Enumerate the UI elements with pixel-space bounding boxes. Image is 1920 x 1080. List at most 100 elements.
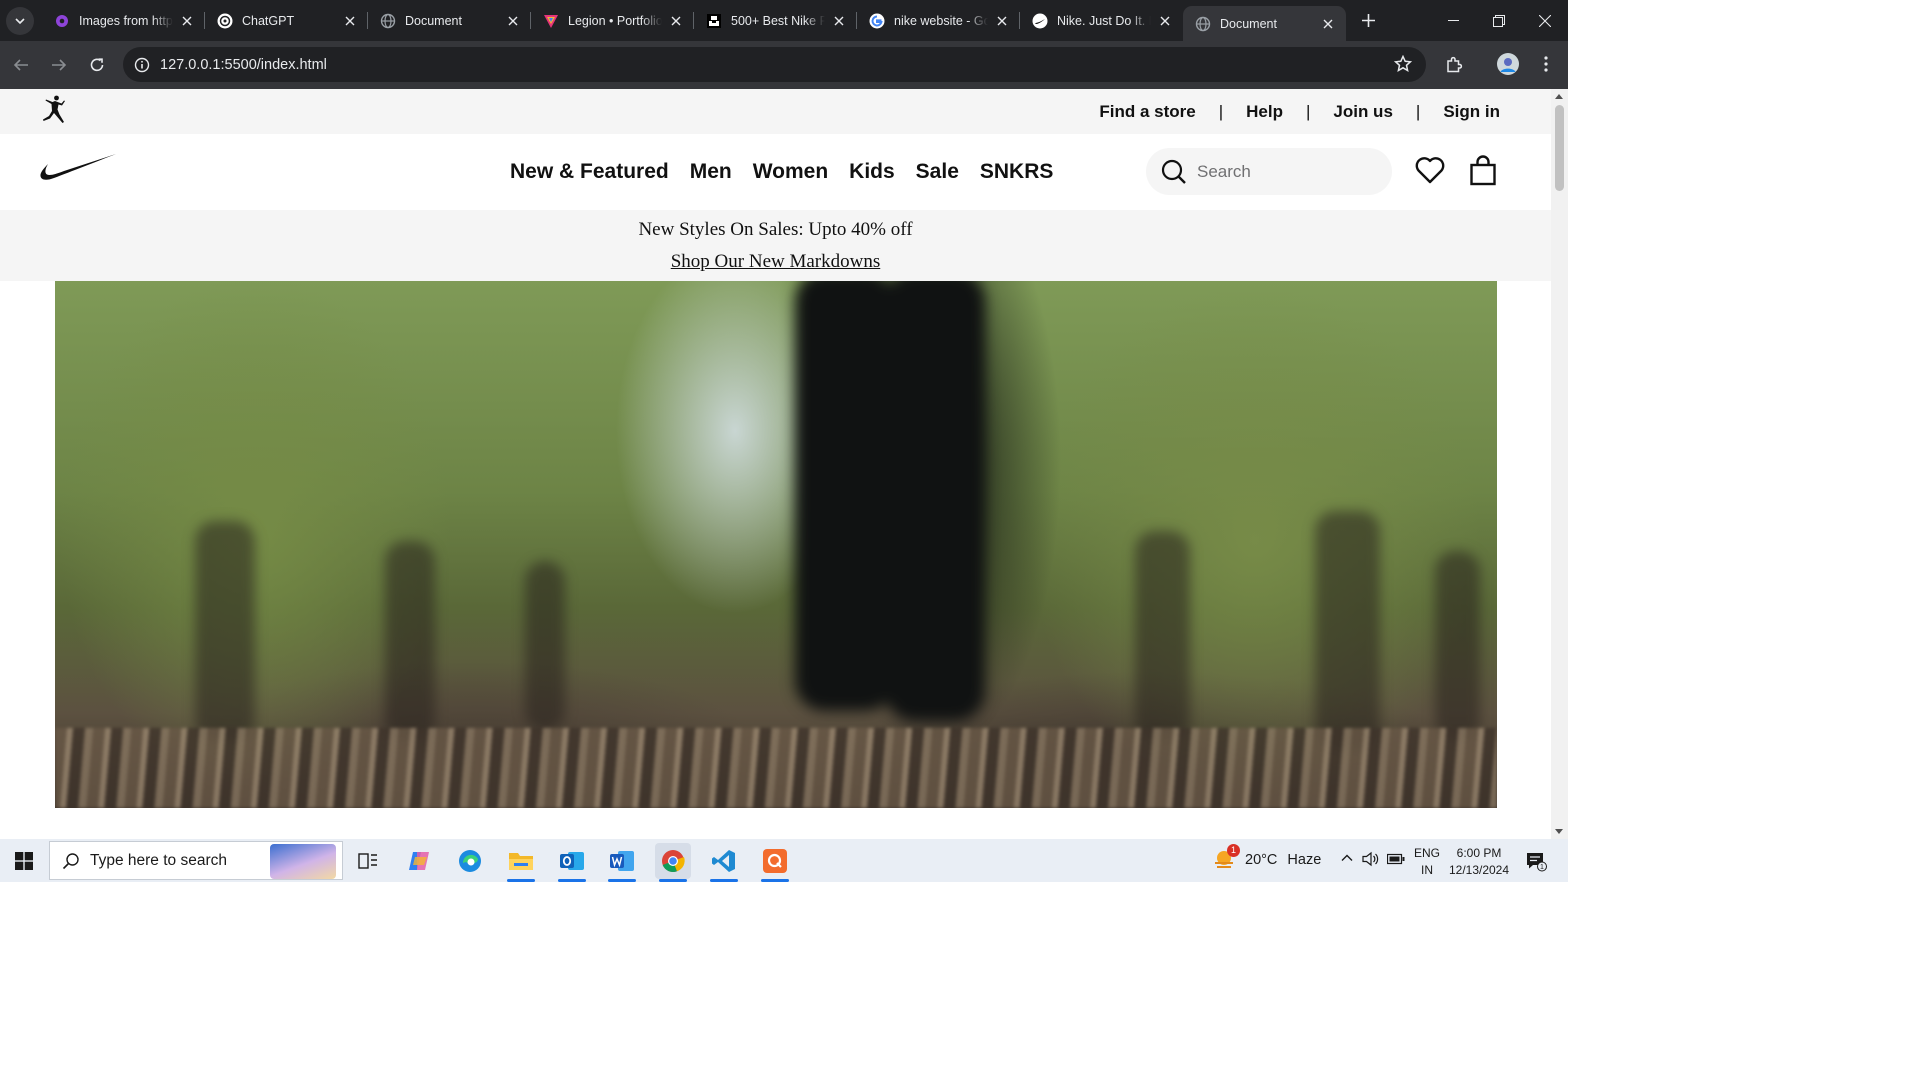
browser-tab[interactable]: Images from https://www.nike.com	[42, 0, 205, 41]
folder-icon	[509, 853, 533, 870]
taskbar-search-placeholder: Type here to search	[90, 851, 227, 869]
nav-snkrs[interactable]: SNKRS	[980, 160, 1054, 184]
taskbar-clock[interactable]: 6:00 PM 12/13/2024	[1448, 845, 1510, 879]
browser-tab[interactable]: nike website - Google Search	[857, 0, 1020, 41]
task-view-button[interactable]	[350, 843, 386, 879]
close-icon[interactable]	[1320, 16, 1336, 32]
nav-men[interactable]: Men	[690, 160, 732, 184]
close-icon[interactable]	[179, 13, 195, 29]
back-button[interactable]	[4, 48, 38, 82]
nav-kids[interactable]: Kids	[849, 160, 895, 184]
hero-ground	[55, 728, 1497, 808]
input-language-indicator[interactable]: ENG IN	[1414, 845, 1440, 879]
shopping-bag-icon[interactable]	[1469, 155, 1497, 191]
site-info-icon[interactable]	[127, 57, 157, 73]
browser-tab[interactable]: 500+ Best Nike Pictures	[694, 0, 857, 41]
puzzle-icon	[1447, 56, 1463, 73]
browser-tab[interactable]: Document	[368, 0, 531, 41]
outlook-icon	[560, 852, 584, 870]
reload-button[interactable]	[80, 48, 114, 82]
url-text[interactable]: 127.0.0.1:5500/index.html	[160, 57, 327, 73]
sign-in-link[interactable]: Sign in	[1443, 102, 1500, 122]
close-icon[interactable]	[1157, 13, 1173, 29]
bookmark-star-icon[interactable]	[1393, 54, 1413, 78]
minimize-button[interactable]	[1430, 0, 1476, 41]
edge-button[interactable]	[452, 843, 488, 879]
minimize-icon	[1447, 20, 1459, 21]
close-icon	[1539, 14, 1551, 27]
chevron-up-icon[interactable]	[1340, 851, 1354, 865]
close-icon[interactable]	[505, 13, 521, 29]
nav-new-featured[interactable]: New & Featured	[510, 160, 669, 184]
google-icon	[869, 13, 885, 29]
browser-tab-strip: Images from https://www.nike.com ChatGPT…	[0, 0, 1568, 41]
favorites-heart-icon[interactable]	[1415, 156, 1445, 189]
taskbar-search-box[interactable]: Type here to search	[49, 841, 343, 880]
file-explorer-button[interactable]	[503, 843, 539, 882]
extensions-button[interactable]	[1437, 47, 1471, 81]
page-scrollbar[interactable]	[1551, 89, 1568, 839]
chrome-button[interactable]	[655, 843, 691, 882]
search-highlight-image[interactable]	[270, 844, 336, 879]
promo-link[interactable]: Shop Our New Markdowns	[0, 251, 1551, 273]
close-window-button[interactable]	[1522, 0, 1568, 41]
new-tab-button[interactable]	[1354, 7, 1382, 35]
jordan-logo-icon[interactable]	[40, 95, 70, 130]
utility-links: Find a store | Help | Join us | Sign in	[1099, 89, 1500, 134]
find-store-link[interactable]: Find a store	[1099, 102, 1195, 122]
close-icon[interactable]	[342, 13, 358, 29]
vscode-button[interactable]	[706, 843, 742, 882]
nav-sale[interactable]: Sale	[916, 160, 959, 184]
battery-icon[interactable]	[1387, 853, 1405, 865]
help-link[interactable]: Help	[1246, 102, 1283, 122]
nav-women[interactable]: Women	[753, 160, 828, 184]
language-code: ENG	[1414, 846, 1441, 860]
utility-bar: Find a store | Help | Join us | Sign in	[0, 89, 1551, 134]
restore-button[interactable]	[1476, 0, 1522, 41]
app-q-button[interactable]	[757, 843, 793, 882]
q-app-icon	[763, 849, 787, 873]
join-us-link[interactable]: Join us	[1333, 102, 1393, 122]
address-bar[interactable]: 127.0.0.1:5500/index.html	[123, 47, 1426, 82]
windows-logo-icon	[15, 851, 33, 870]
search-icon[interactable]	[1160, 158, 1188, 186]
search-box[interactable]	[1146, 148, 1392, 195]
tab-title: 500+ Best Nike Pictures	[731, 13, 825, 28]
close-icon[interactable]	[831, 13, 847, 29]
nike-swoosh-logo-icon[interactable]	[40, 152, 116, 189]
close-icon[interactable]	[994, 13, 1010, 29]
arrow-right-icon	[52, 59, 67, 71]
search-input[interactable]	[1197, 161, 1367, 182]
weather-widget[interactable]: 1 20°C Haze	[1212, 844, 1321, 872]
notification-center-icon[interactable]: 1	[1525, 850, 1547, 877]
browser-tab[interactable]: Legion • Portfolio	[531, 0, 694, 41]
hero-scenery	[1435, 551, 1480, 741]
speaker-icon[interactable]	[1362, 851, 1380, 867]
hero-video[interactable]	[55, 281, 1497, 808]
word-icon	[610, 851, 634, 871]
scroll-thumb[interactable]	[1555, 105, 1564, 191]
outlook-button[interactable]	[554, 843, 590, 882]
hero-scenery	[385, 541, 435, 741]
weather-temp: 20°C	[1245, 852, 1278, 868]
running-indicator	[710, 879, 738, 882]
profile-button[interactable]	[1491, 47, 1525, 81]
word-button[interactable]	[604, 843, 640, 882]
edge-icon	[459, 850, 481, 872]
browser-tab[interactable]: Nike. Just Do It. Nike IN	[1020, 0, 1183, 41]
start-button[interactable]	[0, 839, 48, 882]
browser-tab[interactable]: ChatGPT	[205, 0, 368, 41]
scroll-up-arrow-icon[interactable]	[1555, 94, 1563, 99]
tab-title: Nike. Just Do It. Nike IN	[1057, 13, 1151, 28]
close-icon[interactable]	[668, 13, 684, 29]
plus-icon	[1361, 14, 1375, 27]
browser-menu-button[interactable]	[1529, 47, 1563, 81]
copilot-button[interactable]	[401, 843, 437, 879]
browser-tab-active[interactable]: Document	[1183, 6, 1346, 41]
scroll-down-arrow-icon[interactable]	[1555, 829, 1563, 834]
forward-button[interactable]	[42, 48, 76, 82]
region-code: IN	[1421, 863, 1433, 877]
tab-search-button[interactable]	[6, 6, 34, 35]
reload-icon	[90, 58, 104, 72]
tab-title: Document	[1220, 16, 1277, 31]
